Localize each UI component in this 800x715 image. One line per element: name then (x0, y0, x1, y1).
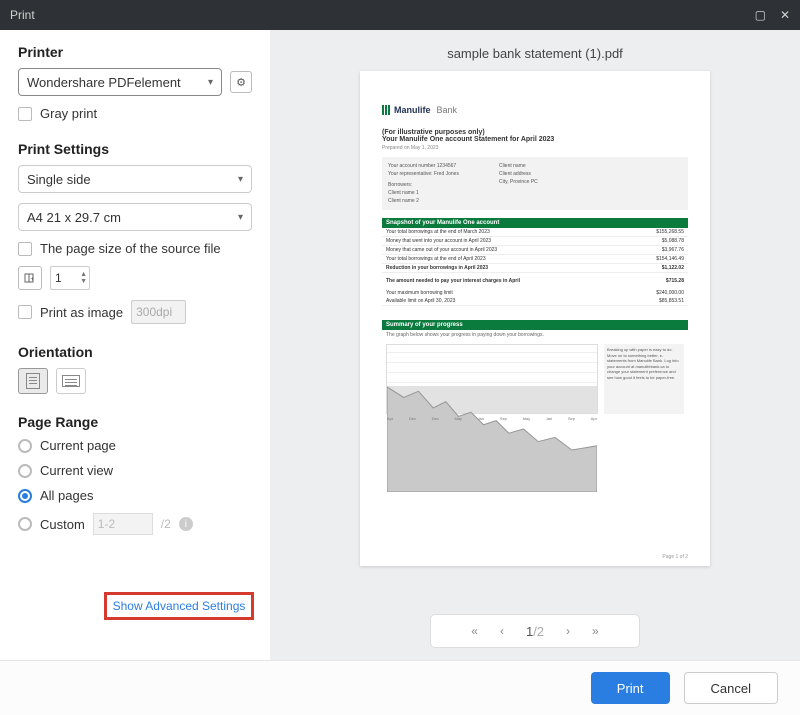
source-size-label: The page size of the source file (40, 241, 221, 256)
statement-title: Your Manulife One account Statement for … (382, 136, 688, 143)
printer-select-value: Wondershare PDFelement (27, 75, 181, 90)
account-info-line: Borrowers: (388, 181, 459, 189)
account-info-line: Client address (499, 170, 538, 178)
orientation-portrait-button[interactable] (18, 368, 48, 394)
page-range-total-suffix: /2 (161, 517, 171, 531)
orientation-landscape-button[interactable] (56, 368, 86, 394)
page-range-custom-input[interactable]: 1-2 (93, 513, 153, 535)
cancel-button-label: Cancel (711, 681, 751, 696)
logo-suffix: Bank (437, 105, 458, 115)
snapshot-row: Available limit on April 30, 2023$85,853… (382, 297, 688, 306)
account-info-line: City, Province PC (499, 178, 538, 186)
page-range-current-page-radio[interactable] (18, 439, 32, 453)
collate-icon[interactable]: + (18, 266, 42, 290)
prepared-date: Prepared on May 1, 2023 (382, 145, 688, 151)
account-info-box: Your account number 1234567 Your represe… (382, 157, 688, 210)
account-info-line: Client name (499, 162, 538, 170)
snapshot-row: Your total borrowings at the end of Marc… (382, 228, 688, 237)
dialog-footer: Print Cancel (0, 660, 800, 715)
account-info-line: Client name 2 (388, 197, 459, 205)
cancel-button[interactable]: Cancel (684, 672, 778, 704)
snapshot-row: Reduction in your borrowings in April 20… (382, 264, 688, 273)
page-range-current-view-radio[interactable] (18, 464, 32, 478)
title-bar: Print ▢ ✕ (0, 0, 800, 30)
paper-select[interactable]: A4 21 x 29.7 cm ▾ (18, 203, 252, 231)
page-range-current-view-label: Current view (40, 463, 113, 478)
orientation-title: Orientation (18, 344, 252, 360)
print-button[interactable]: Print (591, 672, 670, 704)
chevron-down-icon: ▾ (238, 174, 243, 185)
manulife-logo: Manulife Bank (382, 105, 688, 115)
side-select[interactable]: Single side ▾ (18, 165, 252, 193)
printer-section-title: Printer (18, 44, 252, 60)
page-range-all-pages-label: All pages (40, 488, 93, 503)
illustrative-note: (For illustrative purposes only) (382, 129, 688, 136)
close-icon[interactable]: ✕ (780, 8, 790, 22)
snapshot-row: Your total borrowings at the end of Apri… (382, 255, 688, 264)
dpi-placeholder: 300dpi (136, 305, 172, 319)
side-select-value: Single side (27, 172, 91, 187)
page-range-custom-placeholder: 1-2 (98, 517, 115, 531)
copies-stepper[interactable]: 1 ▲▼ (50, 266, 90, 290)
pager-prev-icon[interactable]: ‹ (500, 624, 504, 638)
page-navigator: « ‹ 1/2 › » (430, 614, 640, 648)
pager-position: 1/2 (526, 624, 544, 639)
paperless-sidebox: Breaking up with paper is easy to do. Mo… (604, 344, 684, 414)
snapshot-row: The amount needed to pay your interest c… (382, 277, 688, 285)
print-sidebar: Printer Wondershare PDFelement ▾ ⚙ Gray … (0, 30, 270, 660)
snapshot-row: Money that came out of your account in A… (382, 246, 688, 255)
printer-settings-button[interactable]: ⚙ (230, 71, 252, 93)
dpi-input[interactable]: 300dpi (131, 300, 186, 324)
page-range-all-pages-radio[interactable] (18, 489, 32, 503)
show-advanced-settings-highlight: Show Advanced Settings (104, 592, 254, 620)
snapshot-row: Your maximum borrowing limit$240,000.00 (382, 289, 688, 297)
progress-chart: AprDecDecMayJanSepMayJanSepApr (386, 344, 598, 414)
print-as-image-checkbox[interactable] (18, 305, 32, 319)
pager-first-icon[interactable]: « (471, 624, 478, 638)
preview-page: Manulife Bank (For illustrative purposes… (360, 71, 710, 566)
progress-note: The graph below shows your progress in p… (382, 330, 688, 340)
page-range-current-page-label: Current page (40, 438, 116, 453)
account-info-line: Your account number 1234567 (388, 162, 459, 170)
pager-last-icon[interactable]: » (592, 624, 599, 638)
svg-text:+: + (31, 277, 35, 283)
pager-total: /2 (533, 624, 544, 639)
snapshot-table: Your total borrowings at the end of Marc… (382, 228, 688, 306)
print-button-label: Print (617, 681, 644, 696)
print-settings-title: Print Settings (18, 141, 252, 157)
account-info-line: Your representative: Fred Jones (388, 170, 459, 178)
chevron-down-icon: ▾ (208, 77, 213, 88)
paper-select-value: A4 21 x 29.7 cm (27, 210, 121, 225)
show-advanced-settings-link[interactable]: Show Advanced Settings (113, 599, 246, 613)
info-icon[interactable]: i (179, 517, 193, 531)
page-indicator: Page 1 of 2 (662, 554, 688, 560)
pager-next-icon[interactable]: › (566, 624, 570, 638)
source-size-checkbox[interactable] (18, 242, 32, 256)
print-as-image-label: Print as image (40, 305, 123, 320)
snapshot-header: Snapshot of your Manulife One account (382, 218, 688, 228)
chevron-down-icon: ▾ (238, 212, 243, 223)
page-range-custom-label: Custom (40, 517, 85, 532)
gear-icon: ⚙ (236, 76, 246, 89)
printer-select[interactable]: Wondershare PDFelement ▾ (18, 68, 222, 96)
window-title: Print (10, 8, 35, 22)
copies-value: 1 (55, 271, 62, 285)
logo-text: Manulife (394, 105, 431, 115)
preview-filename: sample bank statement (1).pdf (270, 46, 800, 61)
gray-print-checkbox[interactable] (18, 107, 32, 121)
gray-print-label: Gray print (40, 106, 97, 121)
progress-header: Summary of your progress (382, 320, 688, 330)
account-info-line: Client name 1 (388, 189, 459, 197)
page-range-title: Page Range (18, 414, 252, 430)
page-range-custom-radio[interactable] (18, 517, 32, 531)
snapshot-row: Money that went into your account in Apr… (382, 237, 688, 246)
preview-area: sample bank statement (1).pdf Manulife B… (270, 30, 800, 660)
maximize-icon[interactable]: ▢ (755, 8, 766, 22)
